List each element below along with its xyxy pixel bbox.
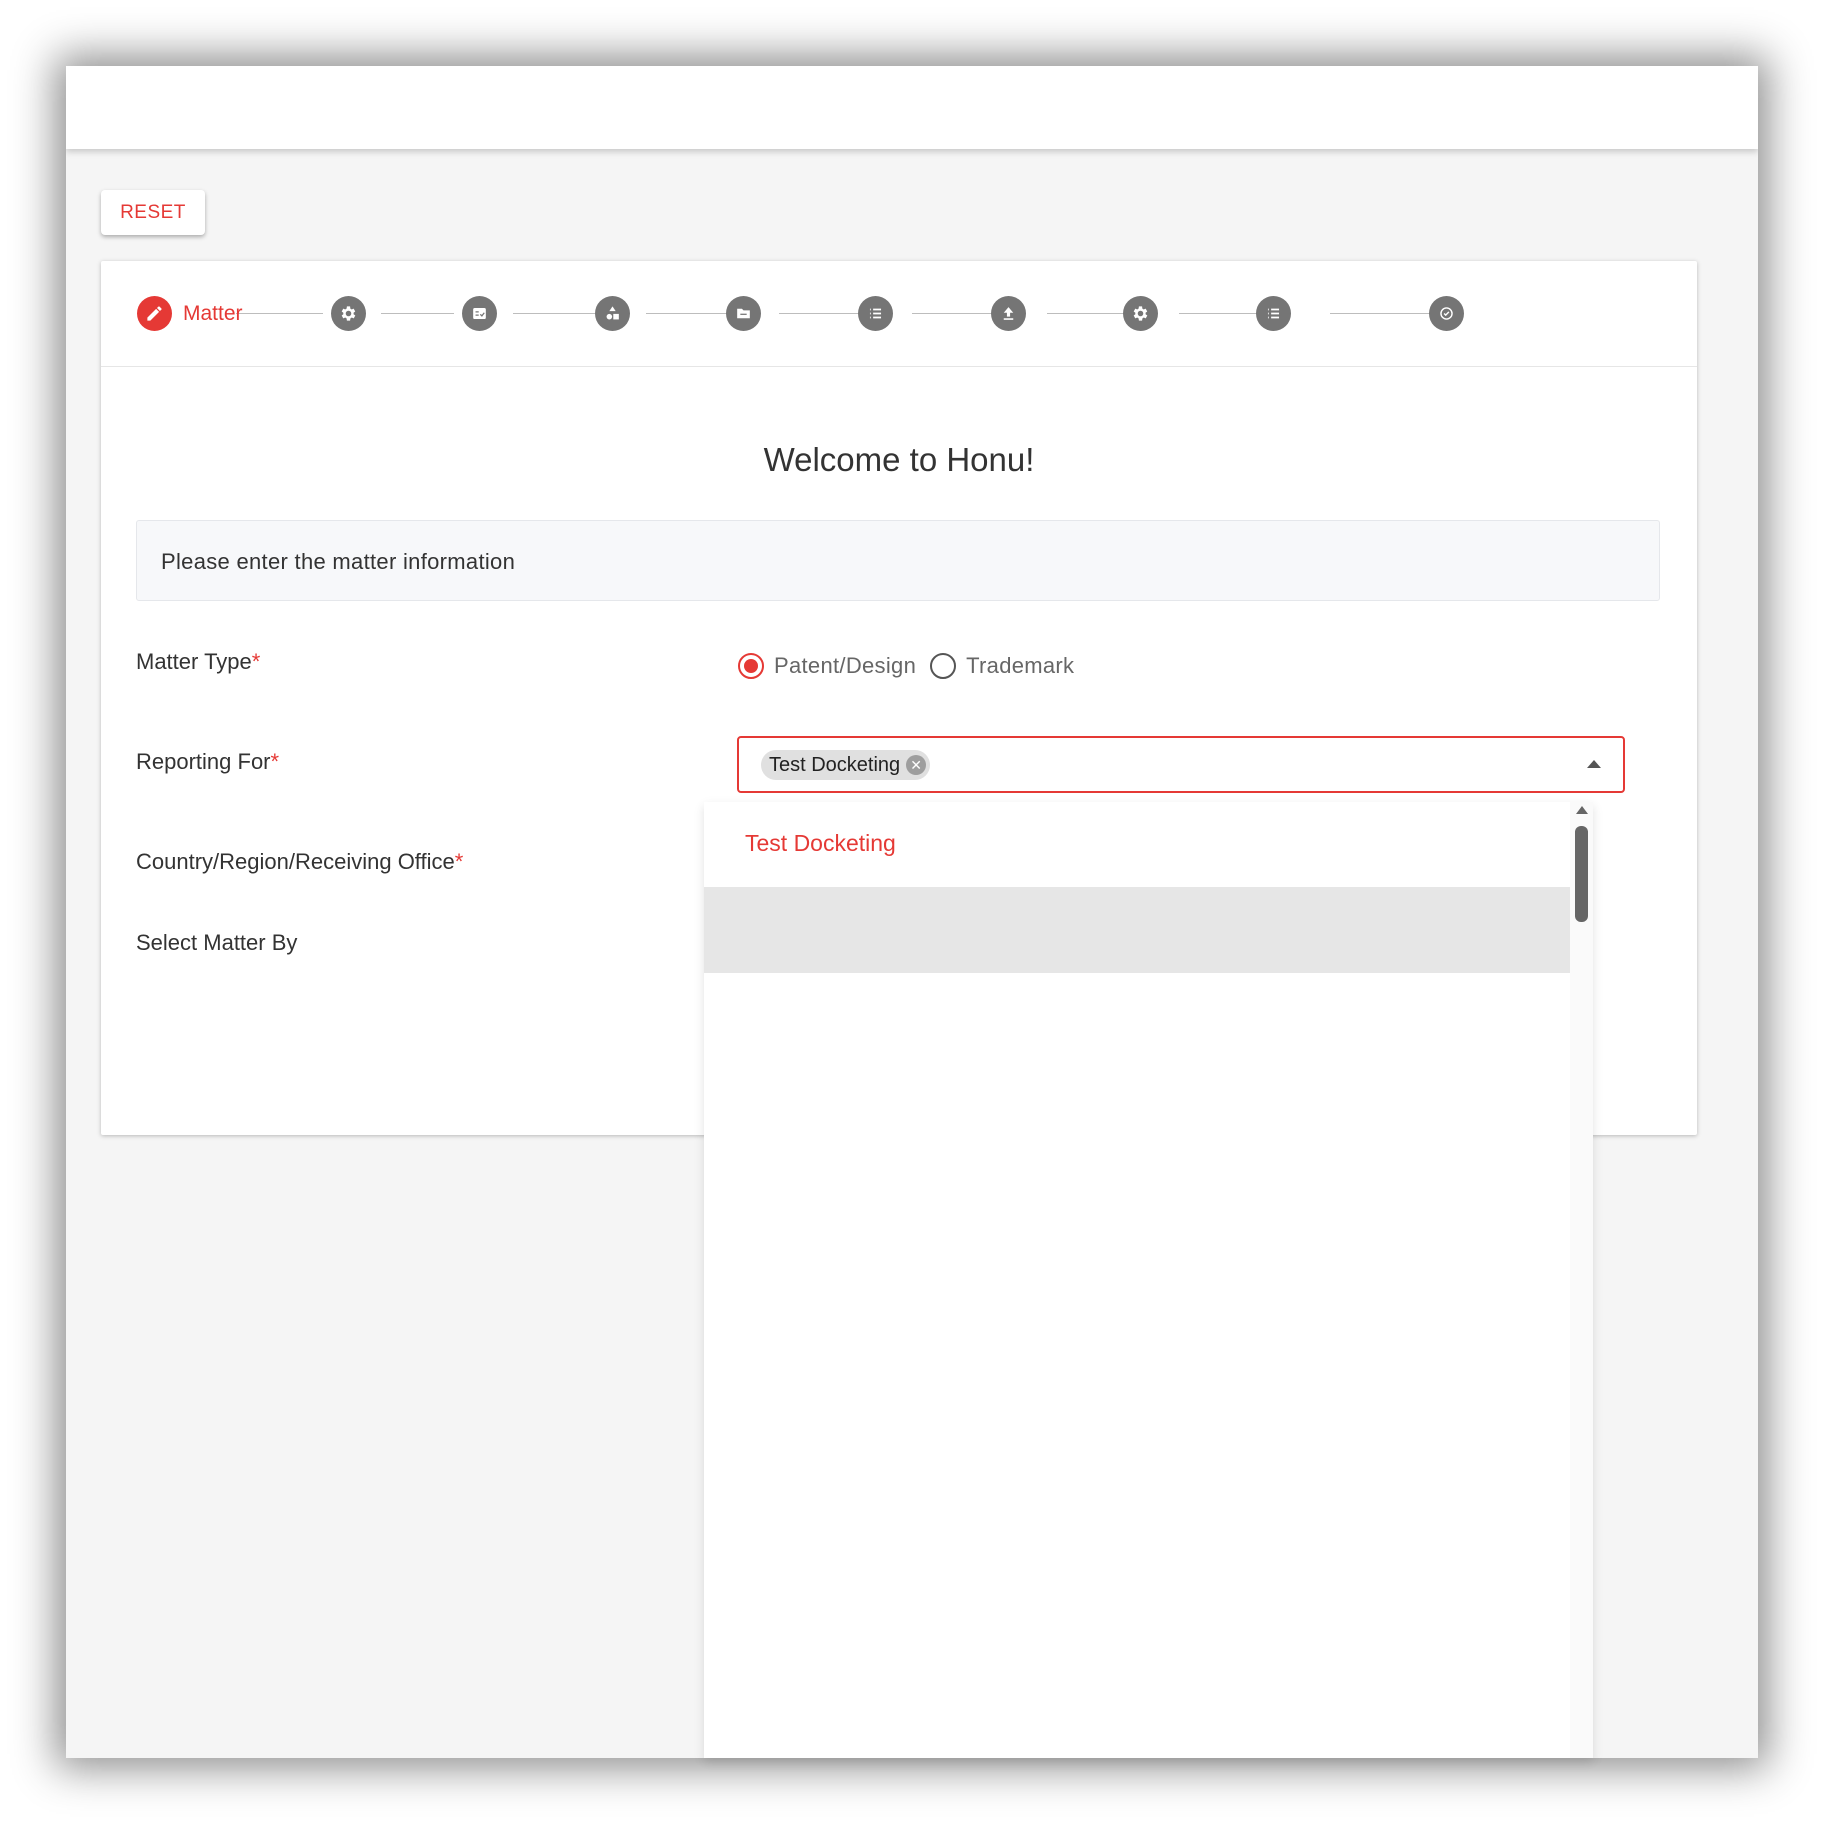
step-5[interactable]: [726, 296, 761, 331]
select-matter-by-label: Select Matter By: [136, 930, 298, 955]
step-10[interactable]: [1429, 296, 1464, 331]
country-label: Country/Region/Receiving Office*: [136, 849, 464, 874]
list-icon: [1267, 308, 1280, 319]
scroll-thumb[interactable]: [1575, 826, 1588, 922]
reporting-for-dropdown: Test Docketing: [704, 802, 1593, 1758]
top-bar: [66, 66, 1758, 149]
step-connector: [779, 313, 861, 314]
matter-type-label: Matter Type*: [136, 649, 261, 674]
reporting-for-label: Reporting For*: [136, 749, 280, 774]
info-text: Please enter the matter information: [161, 549, 516, 574]
step-connector: [236, 313, 323, 314]
chip-label: Test Docketing: [769, 753, 901, 776]
step-connector: [381, 313, 454, 314]
folder-icon: [737, 308, 750, 319]
scrollbar[interactable]: [1570, 802, 1593, 1758]
dropdown-option-highlighted[interactable]: [704, 887, 1570, 973]
step-2[interactable]: [331, 296, 366, 331]
shapes-icon: [606, 306, 619, 320]
reset-button[interactable]: RESET: [101, 190, 205, 235]
step-9[interactable]: [1256, 296, 1291, 331]
close-icon[interactable]: ✕: [906, 755, 927, 775]
step-4[interactable]: [595, 296, 630, 331]
chevron-up-icon[interactable]: [1587, 760, 1601, 768]
dropdown-option[interactable]: Test Docketing: [704, 802, 1570, 887]
step-matter[interactable]: [137, 296, 172, 331]
checklist-icon: [473, 307, 486, 320]
matter-type-radio-group: Patent/Design Trademark: [738, 653, 1088, 679]
upload-icon: [1003, 307, 1014, 320]
radio-label-patent-design: Patent/Design: [774, 653, 917, 678]
step-connector: [646, 313, 728, 314]
step-8[interactable]: [1123, 296, 1158, 331]
step-connector: [1179, 313, 1261, 314]
reporting-for-select[interactable]: Test Docketing ✕: [737, 736, 1625, 793]
radio-trademark[interactable]: [930, 653, 957, 679]
selected-chip: Test Docketing ✕: [761, 750, 931, 780]
step-6[interactable]: [858, 296, 893, 331]
check-circle-icon: [1440, 307, 1453, 320]
stepper: Matter: [101, 261, 1697, 367]
required-mark: *: [454, 849, 464, 874]
scroll-up-arrow[interactable]: [1576, 806, 1588, 814]
gear-icon: [341, 306, 356, 321]
radio-patent-design[interactable]: [738, 653, 764, 679]
step-connector: [1047, 313, 1127, 314]
step-connector: [912, 313, 994, 314]
step-connector: [1330, 313, 1430, 314]
step-label-matter: Matter: [183, 302, 243, 325]
list-icon: [869, 308, 882, 319]
option-label: Test Docketing: [745, 830, 896, 856]
page-title: Welcome to Honu!: [763, 441, 1035, 478]
step-7[interactable]: [991, 296, 1026, 331]
required-mark: *: [251, 649, 261, 674]
info-banner: Please enter the matter information: [136, 520, 1660, 601]
pencil-icon: [147, 306, 162, 321]
gear-icon: [1133, 306, 1148, 321]
required-mark: *: [270, 749, 280, 774]
radio-label-trademark: Trademark: [966, 653, 1075, 678]
step-connector: [513, 313, 595, 314]
step-3[interactable]: [462, 296, 497, 331]
